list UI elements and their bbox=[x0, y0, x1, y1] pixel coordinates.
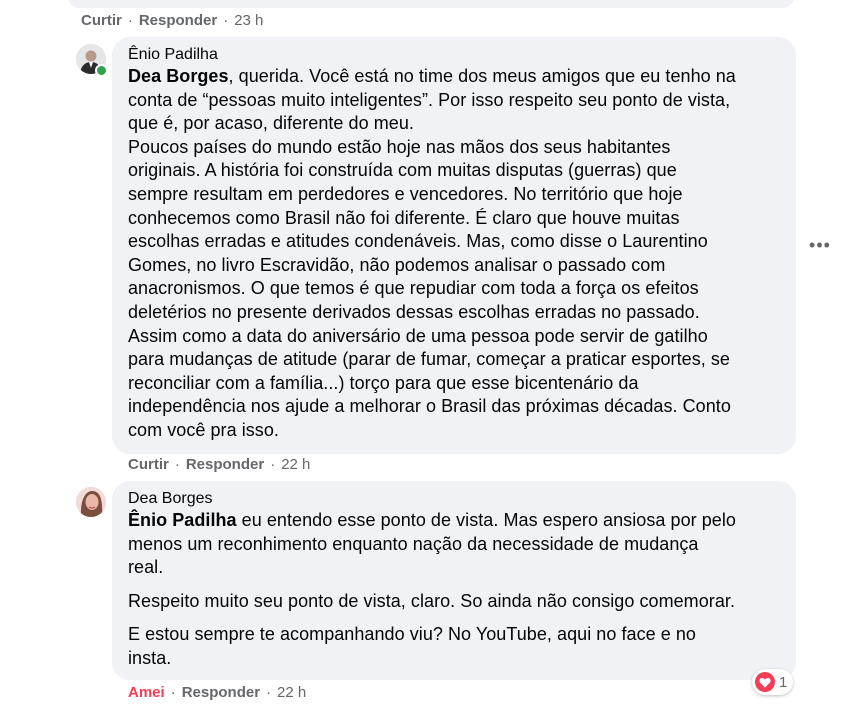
comment-line: independência nos ajude a melhorar o Bra… bbox=[128, 396, 731, 417]
comment-author[interactable]: Ênio Padilha bbox=[128, 45, 780, 65]
like-button[interactable]: Curtir bbox=[128, 456, 169, 473]
comment-line-text: eu entendo esse ponto de vista. Mas espe… bbox=[236, 510, 736, 530]
comment-line: Assim como a data do aniversário de uma … bbox=[128, 325, 708, 346]
comment-line: reconciliar com a família...) torço para… bbox=[128, 372, 639, 393]
previous-comment-bubble bbox=[68, 0, 794, 8]
separator: · bbox=[270, 456, 276, 473]
comment-line: conhecemos como Brasil não foi diferente… bbox=[128, 207, 680, 228]
mention-link[interactable]: Dea Borges bbox=[128, 66, 229, 86]
comment-line: real. bbox=[128, 557, 164, 578]
comment-line: Gomes, no livro Escravidão, não podemos … bbox=[128, 254, 666, 275]
comment-bubble: Dea Borges Ênio Padilha eu entendo esse … bbox=[112, 481, 796, 680]
comment-paragraph: Ênio Padilha eu entendo esse ponto de vi… bbox=[128, 509, 780, 580]
comment-bubble: Ênio Padilha Dea Borges, querida. Você e… bbox=[112, 37, 796, 454]
timestamp[interactable]: 23 h bbox=[234, 12, 263, 29]
comment-line: conta de “pessoas muito inteligentes”. P… bbox=[128, 89, 731, 110]
more-options-icon: ••• bbox=[809, 235, 831, 255]
love-button[interactable]: Amei bbox=[128, 684, 165, 701]
comment-line: que é, por acaso, diferente do meu. bbox=[128, 113, 414, 134]
love-reaction-icon bbox=[755, 672, 775, 692]
comment-line: sempre resultam em perdedores e vencedor… bbox=[128, 183, 683, 204]
avatar[interactable] bbox=[76, 487, 106, 517]
comment-line: Poucos países do mundo estão hoje nas mã… bbox=[128, 136, 671, 157]
comment-line: com você pra isso. bbox=[128, 419, 279, 440]
separator: · bbox=[266, 684, 272, 701]
comment-line: Ênio Padilha eu entendo esse ponto de vi… bbox=[128, 509, 780, 533]
comment-line: Respeito muito seu ponto de vista, claro… bbox=[128, 590, 735, 611]
like-button[interactable]: Curtir bbox=[81, 12, 122, 29]
reaction-count: 1 bbox=[779, 673, 788, 691]
separator: · bbox=[174, 456, 180, 473]
timestamp[interactable]: 22 h bbox=[281, 456, 310, 473]
comment-line: insta. bbox=[128, 647, 172, 668]
comment-line: originais. A história foi construída com… bbox=[128, 160, 677, 181]
person-avatar-icon bbox=[76, 487, 106, 517]
comment-text: Ênio Padilha eu entendo esse ponto de vi… bbox=[128, 509, 780, 671]
comment-paragraph: Respeito muito seu ponto de vista, claro… bbox=[128, 590, 780, 614]
separator: · bbox=[223, 12, 229, 29]
online-status-icon bbox=[95, 64, 108, 77]
reply-button[interactable]: Responder bbox=[182, 684, 260, 701]
comment-line: escolhas erradas e atitudes condenáveis.… bbox=[128, 231, 708, 252]
comment-line: anacronismos. O que temos é que repudiar… bbox=[128, 278, 699, 299]
separator: · bbox=[127, 12, 133, 29]
comment-line: menos um reconhimento enquanto nação da … bbox=[128, 533, 699, 554]
reply-button[interactable]: Responder bbox=[139, 12, 217, 29]
comment-line: E estou sempre te acompanhando viu? No Y… bbox=[128, 624, 696, 645]
mention-link[interactable]: Ênio Padilha bbox=[128, 510, 237, 530]
comment-text: Dea Borges, querida. Você está no time d… bbox=[128, 65, 780, 443]
comment-line: deletérios no presente derivados dessas … bbox=[128, 301, 700, 322]
more-options-button[interactable]: ••• bbox=[808, 233, 832, 257]
separator: · bbox=[170, 684, 176, 701]
comment-paragraph: E estou sempre te acompanhando viu? No Y… bbox=[128, 623, 780, 670]
reply-button[interactable]: Responder bbox=[186, 456, 264, 473]
comment-line: Dea Borges, querida. Você está no time d… bbox=[128, 65, 780, 89]
reaction-summary[interactable]: 1 bbox=[752, 669, 794, 695]
comment-author[interactable]: Dea Borges bbox=[128, 489, 780, 509]
comment-actions: Curtir · Responder · 22 h bbox=[128, 456, 310, 473]
previous-comment-actions: Curtir · Responder · 23 h bbox=[81, 12, 263, 29]
comment-line: para mudanças de atitude (parar de fumar… bbox=[128, 349, 730, 370]
timestamp[interactable]: 22 h bbox=[277, 684, 306, 701]
heart-icon bbox=[759, 677, 771, 687]
comment-line-text: , querida. Você está no time dos meus am… bbox=[228, 66, 736, 86]
comment-actions: Amei · Responder · 22 h bbox=[128, 684, 306, 701]
